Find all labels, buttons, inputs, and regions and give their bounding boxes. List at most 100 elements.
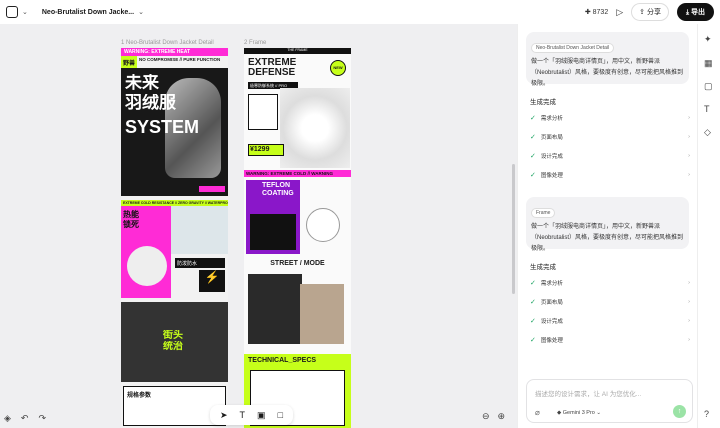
check-icon: ✓ [530, 115, 536, 122]
frame1-poster[interactable]: WARNING: EXTREME HEAT 野兽 NO COMPROMISE /… [121, 48, 228, 428]
chevron-right-icon: › [688, 115, 690, 121]
canvas-bottom-left-tools: ◈ ↶ ↷ [4, 413, 46, 424]
drawing-toolbar: ➤ T ▣ □ [210, 405, 293, 425]
frame2-poster[interactable]: THE FRAME EXTREME DEFENSE NEW 极寒防御系统 // … [244, 48, 351, 428]
image-tool-icon[interactable]: ▣ [257, 410, 266, 421]
check-icon: ✓ [530, 134, 536, 141]
undo-icon[interactable]: ↶ [21, 413, 29, 424]
grid-icon[interactable]: ▦ [704, 58, 713, 69]
poster1-badge: 野兽 [121, 56, 137, 68]
step-label: 图像处理 [540, 173, 563, 179]
chevron-right-icon: › [688, 280, 690, 286]
help-icon[interactable]: ? [704, 409, 709, 419]
user-message-2: Frame 做一个「羽绒服电商详情页」，用中文，新野兽派（Neobrutalis… [526, 197, 689, 252]
model-label: Gemini 3 Pro [562, 410, 595, 416]
zoom-in-icon[interactable]: ⊕ [498, 411, 506, 422]
zoom-controls: ⊖ ⊕ [482, 411, 505, 422]
poster1-pink-tag [199, 186, 225, 192]
document-title[interactable]: Neo-Brutalist Down Jacke... [42, 9, 134, 16]
poster2-warning: WARNING: EXTREME COLD // WARNING [244, 170, 351, 177]
top-bar: ⌄ Neo-Brutalist Down Jacke... ⌄ ✚ 8732 ▷… [0, 0, 720, 24]
send-button[interactable]: ↑ [673, 405, 686, 418]
poster1-hero: 未来 羽绒服 SYSTEM [121, 68, 228, 196]
chevron-right-icon: › [688, 337, 690, 343]
chevron-down-icon[interactable]: ⌄ [22, 8, 28, 16]
export-label: 导出 [691, 9, 705, 16]
step-label: 设计完成 [540, 154, 563, 160]
magic-icon[interactable]: ✦ [704, 34, 712, 45]
poster2-tech-title: TECHNICAL_SPECS [248, 357, 317, 364]
poster2-circle-badge [306, 208, 340, 242]
poster1-warning: WARNING: EXTREME HEAT [121, 48, 228, 56]
poster1-tag-water: 防泼防水 [175, 258, 225, 268]
check-icon: ✓ [530, 337, 536, 344]
check-icon: ✓ [530, 153, 536, 160]
prompt-input[interactable]: 描述您的设计需求，让 AI 为您优化... ⌀ ◆ Gemini 3 Pro ⌄… [526, 379, 693, 423]
play-icon[interactable]: ▷ [616, 7, 623, 18]
step-item[interactable]: ✓ 页面布局 › [530, 298, 690, 306]
step-item[interactable]: ✓ 需求分析 › [530, 279, 690, 287]
message-context-tag[interactable]: Frame [531, 208, 556, 218]
layers-icon[interactable]: ◈ [4, 413, 11, 424]
ai-chat-panel: Neo-Brutalist Down Jacket Detail 做一个「羽绒服… [517, 24, 697, 428]
poster2-headline2: DEFENSE [248, 68, 296, 78]
app-logo-icon[interactable] [6, 6, 18, 18]
poster2-new-badge: NEW [330, 60, 346, 76]
message-context-tag[interactable]: Neo-Brutalist Down Jacket Detail [531, 43, 615, 53]
frame2-label[interactable]: 2 Frame [244, 40, 266, 46]
text-tool-icon[interactable]: T [240, 410, 246, 420]
text-icon[interactable]: T [704, 104, 710, 114]
chevron-right-icon: › [688, 134, 690, 140]
generation-status: 生成完成 [530, 264, 556, 271]
layers-icon[interactable]: ◇ [704, 127, 711, 138]
check-icon: ✓ [530, 318, 536, 325]
credits-counter[interactable]: ✚ 8732 [585, 8, 608, 16]
step-item[interactable]: ✓ 页面布局 › [530, 133, 690, 141]
poster1-frost-image [171, 206, 228, 254]
message-text: 做一个「羽绒服电商详情页」，用中文，新野兽派（Neobrutalist）风格，要… [531, 224, 684, 252]
poster2-teflon-block: TEFLON COATING [246, 180, 300, 254]
teflon-image [250, 214, 296, 250]
poster2-header: THE FRAME [244, 48, 351, 54]
poster2-street-image2 [300, 284, 344, 344]
step-label: 图像处理 [540, 338, 563, 344]
chevron-right-icon: › [688, 153, 690, 159]
swan-image [280, 88, 350, 168]
chevron-right-icon: › [688, 172, 690, 178]
poster2-spec-card [248, 94, 278, 130]
step-label: 需求分析 [540, 281, 563, 287]
chevron-right-icon: › [688, 299, 690, 305]
step-item[interactable]: ✓ 设计完成 › [530, 152, 690, 160]
zoom-out-icon[interactable]: ⊖ [482, 411, 490, 422]
poster1-street-image: 街头 统治 [121, 302, 228, 382]
poster2-headline1: EXTREME [248, 58, 297, 68]
user-message-1: Neo-Brutalist Down Jacket Detail 做一个「羽绒服… [526, 32, 689, 87]
frame-tool-icon[interactable]: □ [278, 410, 283, 420]
poster2-street-image1 [248, 274, 302, 344]
design-canvas[interactable]: 1 Neo-Brutalist Down Jacket Detail 2 Fra… [0, 24, 517, 428]
step-item[interactable]: ✓ 图像处理 › [530, 336, 690, 344]
redo-icon[interactable]: ↷ [38, 413, 46, 424]
poster1-city1: 街头 [163, 330, 183, 341]
attach-icon[interactable]: ⌀ [535, 408, 540, 417]
check-icon: ✓ [530, 172, 536, 179]
share-button[interactable]: ⇪ 分享 [631, 3, 669, 21]
step-label: 设计完成 [540, 319, 563, 325]
export-button[interactable]: ⤓ 导出 [676, 3, 714, 21]
step-label: 需求分析 [540, 116, 563, 122]
image-icon[interactable]: ▢ [704, 81, 713, 92]
poster2-teflon1: TEFLON [262, 182, 290, 189]
step-item[interactable]: ✓ 需求分析 › [530, 114, 690, 122]
canvas-scrollbar[interactable] [512, 164, 515, 294]
feature-image [127, 246, 167, 286]
poster2-street: STREET / MODE [270, 260, 325, 267]
chevron-down-icon[interactable]: ⌄ [138, 8, 144, 16]
model-selector[interactable]: ◆ Gemini 3 Pro ⌄ [557, 410, 601, 416]
frame1-label[interactable]: 1 Neo-Brutalist Down Jacket Detail [121, 40, 214, 46]
step-item[interactable]: ✓ 设计完成 › [530, 317, 690, 325]
right-tool-rail: ✦ ▦ ▢ T ◇ ? [697, 24, 720, 428]
poster1-city2: 统治 [163, 341, 183, 352]
step-item[interactable]: ✓ 图像处理 › [530, 171, 690, 179]
select-tool-icon[interactable]: ➤ [220, 410, 228, 421]
poster2-teflon2: COATING [262, 190, 294, 197]
